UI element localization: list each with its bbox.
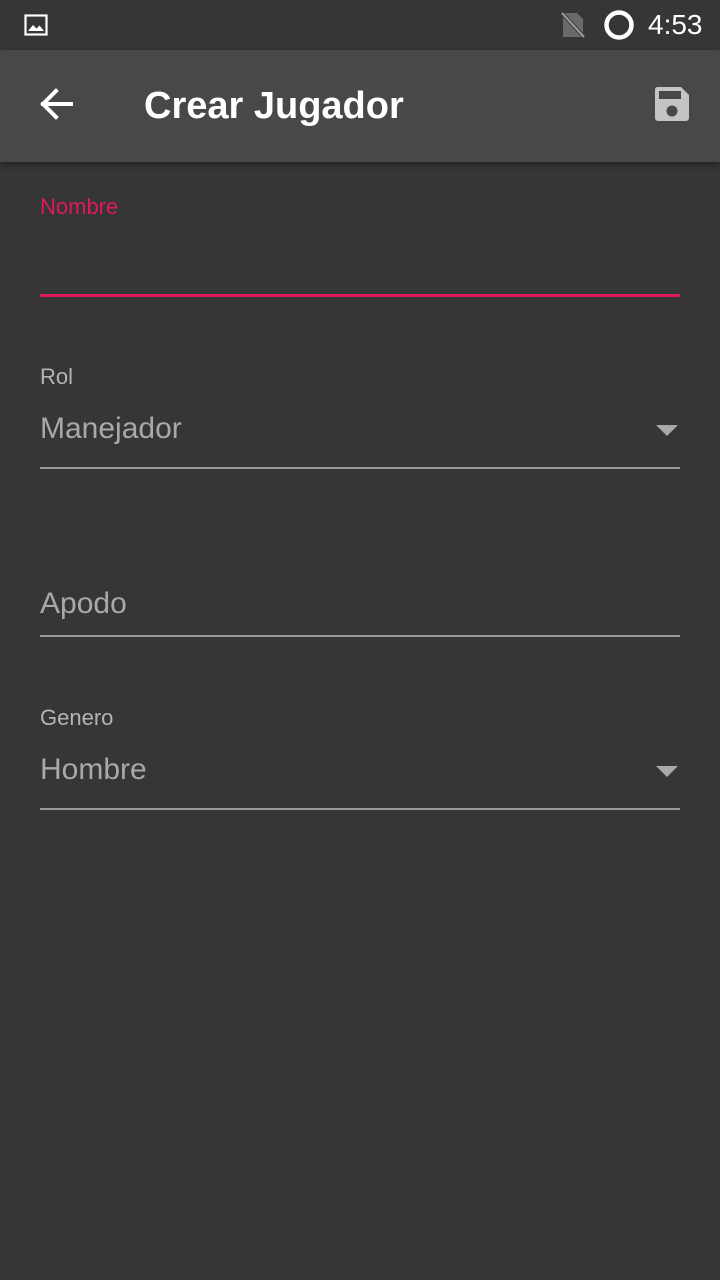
nombre-input[interactable]	[40, 230, 680, 280]
no-sim-icon	[559, 10, 587, 40]
rol-label: Rol	[40, 364, 74, 389]
genero-field[interactable]: Genero Hombre	[40, 701, 680, 813]
back-button[interactable]	[20, 70, 92, 142]
rol-field[interactable]: Rol Manejador	[40, 360, 680, 472]
rol-underline	[40, 467, 680, 469]
sync-icon	[603, 9, 635, 41]
save-icon	[653, 85, 691, 128]
rol-selected-value: Manejador	[40, 412, 182, 445]
apodo-input[interactable]	[40, 579, 680, 629]
gallery-icon	[24, 13, 48, 37]
status-time: 4:53	[648, 9, 703, 40]
nombre-field: Nombre	[40, 190, 680, 300]
create-player-screen: 4:53 Crear Jugador Nombre Rol Manejador …	[0, 0, 720, 1280]
nombre-label: Nombre	[40, 194, 119, 219]
apodo-field	[40, 570, 680, 640]
save-button[interactable]	[636, 70, 708, 142]
arrow-back-icon	[38, 86, 74, 127]
genero-selected-value: Hombre	[40, 753, 147, 786]
app-bar: Crear Jugador	[0, 50, 720, 162]
chevron-down-icon	[656, 766, 678, 777]
page-title: Crear Jugador	[144, 85, 404, 127]
chevron-down-icon	[656, 425, 678, 436]
status-bar: 4:53	[0, 0, 720, 50]
genero-label: Genero	[40, 705, 114, 730]
apodo-underline	[40, 635, 680, 637]
genero-underline	[40, 808, 680, 810]
nombre-underline	[40, 294, 680, 297]
